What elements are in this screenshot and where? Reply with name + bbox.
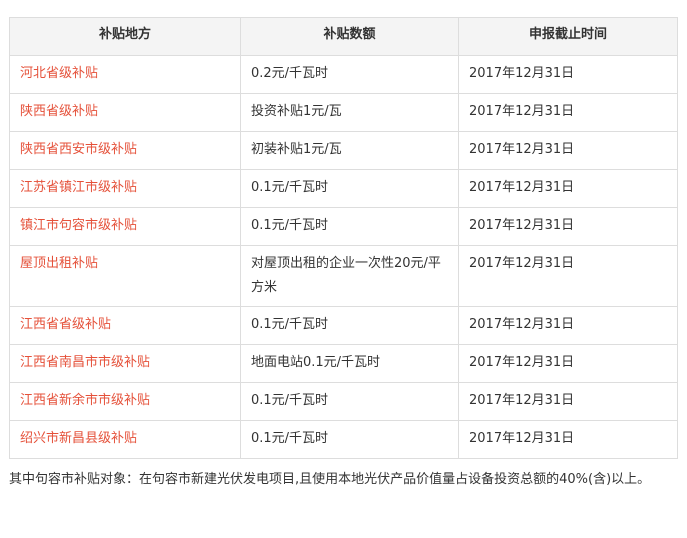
header-region: 补贴地方 [9, 17, 241, 56]
cell-amount: 初装补贴1元/瓦 [240, 131, 459, 170]
cell-deadline: 2017年12月31日 [458, 131, 678, 170]
cell-amount: 0.1元/千瓦时 [240, 169, 459, 208]
cell-region[interactable]: 河北省级补贴 [9, 55, 241, 94]
cell-deadline: 2017年12月31日 [458, 207, 678, 246]
cell-deadline: 2017年12月31日 [458, 245, 678, 307]
table-row: 江西省南昌市市级补贴 地面电站0.1元/千瓦时 2017年12月31日 [9, 344, 678, 383]
table-header: 补贴地方 补贴数额 申报截止时间 [9, 17, 678, 56]
subsidy-table: 补贴地方 补贴数额 申报截止时间 河北省级补贴 0.2元/千瓦时 2017年12月3… [9, 17, 678, 459]
cell-amount: 0.1元/千瓦时 [240, 420, 459, 459]
cell-deadline: 2017年12月31日 [458, 55, 678, 94]
header-amount: 补贴数额 [240, 17, 459, 56]
cell-deadline: 2017年12月31日 [458, 169, 678, 208]
table-row: 江西省新余市市级补贴 0.1元/千瓦时 2017年12月31日 [9, 382, 678, 421]
table-row: 河北省级补贴 0.2元/千瓦时 2017年12月31日 [9, 55, 678, 94]
cell-deadline: 2017年12月31日 [458, 306, 678, 345]
cell-region[interactable]: 江西省南昌市市级补贴 [9, 344, 241, 383]
table-row: 陕西省西安市级补贴 初装补贴1元/瓦 2017年12月31日 [9, 131, 678, 170]
cell-region[interactable]: 陕西省级补贴 [9, 93, 241, 132]
header-deadline: 申报截止时间 [458, 17, 678, 56]
page: 补贴地方 补贴数额 申报截止时间 河北省级补贴 0.2元/千瓦时 2017年12月3… [0, 0, 687, 538]
table-row: 屋顶出租补贴 对屋顶出租的企业一次性20元/平方米 2017年12月31日 [9, 245, 678, 307]
cell-region[interactable]: 江西省省级补贴 [9, 306, 241, 345]
table-body: 河北省级补贴 0.2元/千瓦时 2017年12月31日 陕西省级补贴 投资补贴1元/瓦 2… [9, 55, 678, 459]
cell-deadline: 2017年12月31日 [458, 93, 678, 132]
cell-amount: 对屋顶出租的企业一次性20元/平方米 [240, 245, 459, 307]
table-row: 陕西省级补贴 投资补贴1元/瓦 2017年12月31日 [9, 93, 678, 132]
cell-region[interactable]: 镇江市句容市级补贴 [9, 207, 241, 246]
cell-deadline: 2017年12月31日 [458, 344, 678, 383]
table-row: 镇江市句容市级补贴 0.1元/千瓦时 2017年12月31日 [9, 207, 678, 246]
cell-amount: 0.2元/千瓦时 [240, 55, 459, 94]
table-row: 江西省省级补贴 0.1元/千瓦时 2017年12月31日 [9, 306, 678, 345]
header-row: 补贴地方 补贴数额 申报截止时间 [9, 17, 678, 56]
cell-region[interactable]: 江西省新余市市级补贴 [9, 382, 241, 421]
table-row: 绍兴市新昌县级补贴 0.1元/千瓦时 2017年12月31日 [9, 420, 678, 459]
cell-amount: 投资补贴1元/瓦 [240, 93, 459, 132]
cell-amount: 0.1元/千瓦时 [240, 382, 459, 421]
cell-deadline: 2017年12月31日 [458, 420, 678, 459]
cell-region[interactable]: 绍兴市新昌县级补贴 [9, 420, 241, 459]
cell-deadline: 2017年12月31日 [458, 382, 678, 421]
cell-amount: 0.1元/千瓦时 [240, 207, 459, 246]
cell-region[interactable]: 屋顶出租补贴 [9, 245, 241, 307]
footnote: 其中句容市补贴对象：在句容市新建光伏发电项目,且使用本地光伏产品价值量占设备投资… [9, 472, 651, 487]
table-row: 江苏省镇江市级补贴 0.1元/千瓦时 2017年12月31日 [9, 169, 678, 208]
cell-amount: 0.1元/千瓦时 [240, 306, 459, 345]
cell-region[interactable]: 江苏省镇江市级补贴 [9, 169, 241, 208]
cell-amount: 地面电站0.1元/千瓦时 [240, 344, 459, 383]
cell-region[interactable]: 陕西省西安市级补贴 [9, 131, 241, 170]
